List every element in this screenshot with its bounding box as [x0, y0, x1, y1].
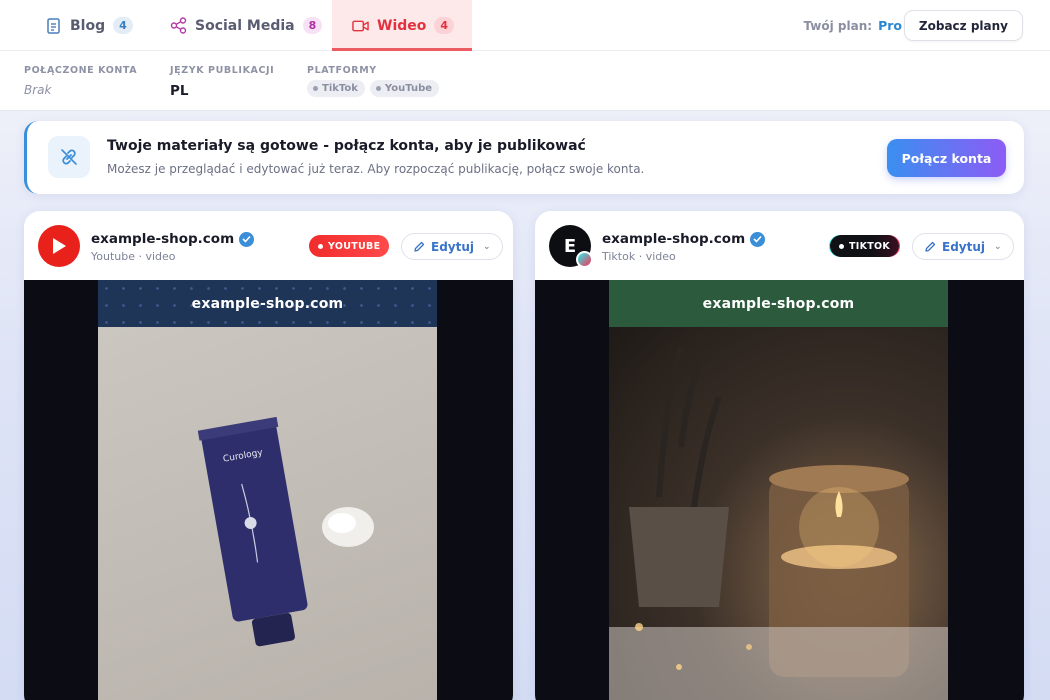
tab-count-badge: 4: [113, 17, 133, 34]
tab-label: Wideo: [377, 17, 427, 34]
product-image: Curology: [98, 327, 437, 700]
platform-chip-youtube: YouTube: [369, 80, 440, 97]
publication-language-value: PL: [170, 83, 189, 99]
account-name: example-shop.com: [602, 231, 766, 247]
connect-accounts-button[interactable]: Połącz konta: [887, 139, 1006, 177]
platform-badge-label: TIKTOK: [849, 240, 891, 252]
banner-subtitle: Możesz je przeglądać i edytować już tera…: [107, 162, 645, 176]
platforms: Platformy TikTok YouTube: [307, 65, 440, 97]
video-preview[interactable]: example-shop.com Curology: [24, 280, 513, 700]
candle-image: [609, 327, 948, 700]
publication-language: Język publikacji PL: [170, 65, 274, 99]
connected-accounts-value: Brak: [24, 83, 52, 97]
youtube-icon: [38, 225, 80, 267]
plan-info: Twój plan: Pro: [803, 18, 902, 33]
verified-icon: [239, 231, 255, 247]
video-card-youtube: example-shop.com Youtube · video YOUTUBE…: [24, 211, 513, 700]
platform-badge-tiktok: TIKTOK: [830, 235, 900, 257]
video-preview[interactable]: example-shop.com: [535, 280, 1024, 700]
card-header: E example-shop.com Tiktok · video TIKTOK…: [535, 211, 1024, 280]
chevron-down-icon: ⌄: [994, 241, 1002, 252]
account-name-text: example-shop.com: [91, 231, 235, 247]
edit-dropdown-button[interactable]: Edytuj ⌄: [401, 233, 503, 260]
video-overlay-text: example-shop.com: [98, 280, 437, 327]
platform-chip-tiktok: TikTok: [307, 80, 365, 97]
account-subtitle: Youtube · video: [91, 250, 176, 263]
platform-chip-label: TikTok: [322, 83, 358, 94]
avatar-letter: E: [563, 235, 577, 257]
document-icon: [45, 17, 62, 34]
edit-label: Edytuj: [431, 239, 475, 254]
share-icon: [170, 17, 187, 34]
pencil-icon: [414, 241, 425, 252]
tab-count-badge: 4: [434, 17, 455, 34]
platform-badge-youtube: YOUTUBE: [309, 235, 390, 257]
plan-label: Twój plan:: [803, 19, 873, 33]
connect-accounts-banner: Twoje materiały są gotowe - połącz konta…: [24, 121, 1024, 194]
tab-video[interactable]: Wideo 4: [332, 0, 472, 51]
see-plans-button[interactable]: Zobacz plany: [903, 10, 1023, 41]
platform-chip-label: YouTube: [384, 83, 433, 94]
video-frame: example-shop.com: [609, 280, 948, 700]
account-avatar: E: [549, 225, 593, 268]
connected-accounts-label: Połączone konta: [24, 65, 138, 76]
video-overlay-text: example-shop.com: [609, 280, 948, 327]
top-navigation: Blog 4 Social Media 8 Wideo 4 Twój plan:…: [0, 0, 1050, 51]
tab-count-badge: 8: [302, 17, 323, 34]
account-subtitle: Tiktok · video: [602, 250, 676, 263]
video-card-tiktok: E example-shop.com Tiktok · video TIKTOK…: [535, 211, 1024, 700]
tab-social-media[interactable]: Social Media 8: [170, 0, 323, 51]
tab-label: Social Media: [195, 17, 295, 34]
account-name: example-shop.com: [91, 231, 255, 247]
pencil-icon: [925, 241, 936, 252]
edit-label: Edytuj: [942, 239, 986, 254]
edit-dropdown-button[interactable]: Edytuj ⌄: [912, 233, 1014, 260]
platform-badge-label: YOUTUBE: [328, 240, 381, 252]
platforms-label: Platformy: [307, 65, 377, 76]
tiktok-icon: [576, 251, 593, 268]
card-header: example-shop.com Youtube · video YOUTUBE…: [24, 211, 513, 280]
tab-blog[interactable]: Blog 4: [45, 0, 133, 51]
chevron-down-icon: ⌄: [483, 241, 491, 252]
publication-language-label: Język publikacji: [170, 65, 275, 76]
banner-title: Twoje materiały są gotowe - połącz konta…: [107, 138, 586, 154]
video-frame: example-shop.com Curology: [98, 280, 437, 700]
verified-icon: [750, 231, 766, 247]
video-icon: [352, 17, 369, 34]
link-icon: [48, 136, 90, 178]
connected-accounts: Połączone konta Brak: [24, 65, 137, 97]
publication-info-bar: Połączone konta Brak Język publikacji PL…: [0, 52, 1050, 111]
account-name-text: example-shop.com: [602, 231, 746, 247]
plan-value: Pro: [878, 18, 902, 33]
tab-label: Blog: [70, 17, 106, 34]
